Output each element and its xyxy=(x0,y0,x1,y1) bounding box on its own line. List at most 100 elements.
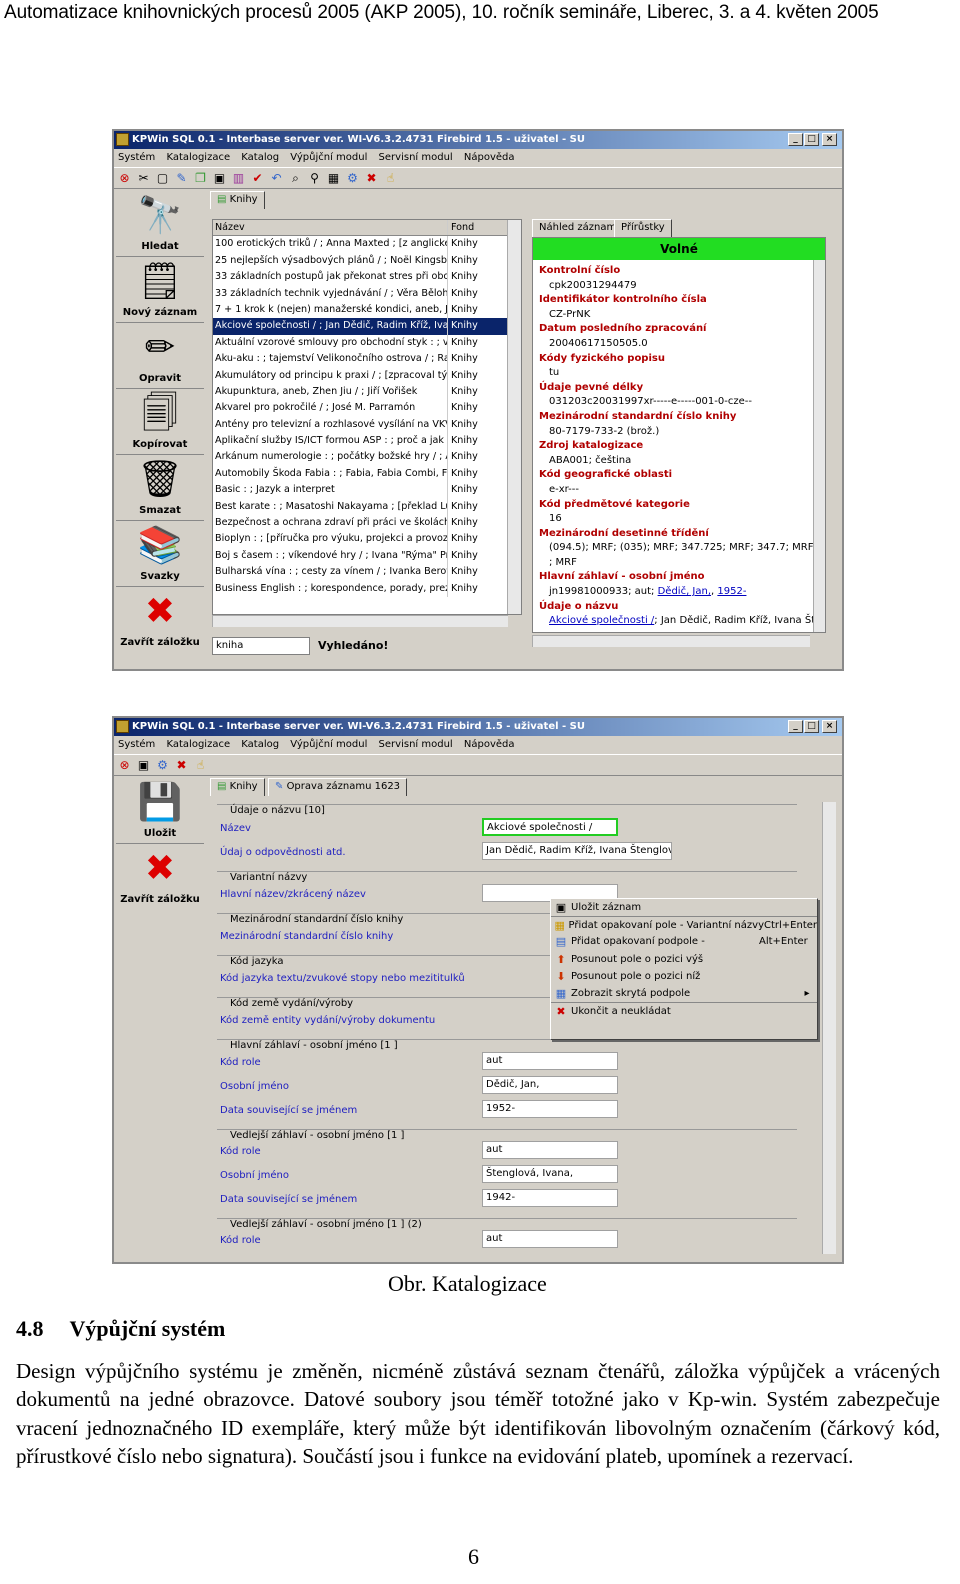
table-row[interactable]: Arkánum numerologie : ; počátky božské h… xyxy=(213,449,521,466)
table-row[interactable]: 100 erotických triků / ; Anna Maxted ; [… xyxy=(213,236,521,253)
table-row[interactable]: Basic : ; Jazyk a interpret Knihy xyxy=(213,482,521,499)
search-button[interactable]: 🔭 Hledat xyxy=(116,191,204,257)
menu-system[interactable]: Systém xyxy=(118,152,155,163)
table-row[interactable]: 25 nejlepších výsadbových plánů / ; Noël… xyxy=(213,252,521,270)
menu-katalog[interactable]: Katalog xyxy=(241,152,279,163)
form-scrollbar[interactable] xyxy=(822,802,836,1254)
table-row[interactable]: Aplikační služby IS/ICT formou ASP : ; p… xyxy=(213,433,521,450)
close-tab-button[interactable]: ✖ Zavřít záložku xyxy=(116,587,204,653)
field-label: Osobní jméno xyxy=(220,1081,289,1092)
preview-scrollbar[interactable] xyxy=(813,260,825,632)
records-list[interactable]: Název Fond 100 erotických triků / ; Anna … xyxy=(212,219,522,615)
table-row[interactable]: Akciové společnosti / ; Jan Dědič, Radim… xyxy=(213,318,521,335)
table-row[interactable]: Akumulátory od principu k praxi / ; [zpr… xyxy=(213,367,521,384)
edit-button[interactable]: ✏ Opravit xyxy=(116,323,204,389)
dates-link[interactable]: 1952- xyxy=(717,586,746,597)
zoom-icon[interactable]: ⚲ xyxy=(307,171,322,186)
field-input[interactable]: Jan Dědič, Radim Kříž, Ivana Štenglová xyxy=(482,842,672,860)
trash-icon[interactable]: ▣ xyxy=(212,171,227,186)
field-input[interactable]: 1942- xyxy=(482,1189,618,1207)
table-row[interactable]: Bioplyn : ; [příručka pro výuku, projekc… xyxy=(213,531,521,548)
table-row[interactable]: Aktuální vzorové smlouvy pro obchodní st… xyxy=(213,334,521,352)
edit-window: KPWin SQL 0.1 - Interbase server ver. WI… xyxy=(112,716,844,1264)
detail-value-text: CZ-PrNK xyxy=(549,308,591,320)
book-icon: ▤ xyxy=(217,194,230,205)
field-input[interactable]: Dědič, Jan, xyxy=(482,1076,618,1094)
cell-name: Basic : ; Jazyk a interpret xyxy=(215,484,335,496)
new-doc-icon[interactable]: ▢ xyxy=(155,171,170,186)
menu-napoveda[interactable]: Nápověda xyxy=(464,152,515,163)
menu-servisni[interactable]: Servisní modul xyxy=(379,152,453,163)
field-input[interactable]: aut xyxy=(482,1141,618,1159)
menu-item-move-down[interactable]: ⬇ Posunout pole o pozici níž xyxy=(551,968,817,985)
tools-icon[interactable]: ✂ xyxy=(136,171,151,186)
list-scrollbar[interactable] xyxy=(507,220,521,614)
detail-label: Kód geografické oblasti xyxy=(539,469,673,481)
table-row[interactable]: Best karate : ; Masatoshi Nakayama ; [př… xyxy=(213,498,521,516)
delete-button[interactable]: 🗑 Smazat xyxy=(116,455,204,521)
close-icon[interactable]: × xyxy=(822,133,837,146)
table-row[interactable]: 33 základních technik vyjednávání / ; Vě… xyxy=(213,285,521,302)
menu-item-show-hidden[interactable]: ▦ Zobrazit skrytá podpole ▸ xyxy=(551,985,817,1002)
copy-button[interactable]: 🗐 Kopírovat xyxy=(116,389,204,455)
table-row[interactable]: Business English : ; korespondence, pora… xyxy=(213,580,521,597)
search-status: Vyhledáno! xyxy=(318,639,389,652)
field-input[interactable]: 1952- xyxy=(482,1100,618,1118)
group-title: Vedlejší záhlaví - osobní jméno [1 ] xyxy=(230,1130,405,1141)
author-link[interactable]: Dědič, Jan, xyxy=(658,586,711,597)
menu-item-add-field[interactable]: ▦ Přidat opakovaní pole - Variantní názvy… xyxy=(551,916,817,933)
cell-fond: Knihy xyxy=(447,269,507,286)
copy-icon[interactable]: ❐ xyxy=(193,171,208,186)
field-label: Data související se jménem xyxy=(220,1105,358,1116)
detail-value: e-xr--- xyxy=(533,483,825,498)
menu-vypujcni[interactable]: Výpůjční modul xyxy=(290,152,367,163)
table-row[interactable]: Akvarel pro pokročilé / ; José M. Parram… xyxy=(213,400,521,417)
table-row[interactable]: Aku-aku : ; tajemství Velikonočního ostr… xyxy=(213,351,521,368)
table-row[interactable]: 7 + 1 krok k (nejen) manažerské kondici,… xyxy=(213,301,521,319)
group-title: Kód země vydání/výroby xyxy=(230,998,354,1009)
minimize-icon[interactable]: _ xyxy=(788,133,803,146)
volumes-button[interactable]: 📚 Svazky xyxy=(116,521,204,587)
field-input[interactable]: Štenglová, Ivana, xyxy=(482,1165,618,1183)
cell-fond: Knihy xyxy=(447,547,507,565)
column-name[interactable]: Název xyxy=(213,220,447,235)
table-row[interactable]: Antény pro televizní a rozhlasové vysílá… xyxy=(213,416,521,434)
field-input[interactable]: Akciové společnosti / xyxy=(482,818,618,836)
edit-icon[interactable]: ✎ xyxy=(174,171,189,186)
menu-item-add-subfield[interactable]: ▤ Přidat opakovaní podpole - Alt+Enter xyxy=(551,933,817,950)
table-row[interactable]: Akupunktura, aneb, Zhen Jiu / ; Jiří Voř… xyxy=(213,383,521,401)
new-record-button[interactable]: 🗒 Nový záznam xyxy=(116,257,204,323)
field-label: Hlavní název/zkrácený název xyxy=(220,889,366,900)
table-row[interactable]: Bezpečnost a ochrana zdraví při práci ve… xyxy=(213,515,521,532)
list-hscrollbar[interactable] xyxy=(212,615,508,627)
detail-value-text: 20040617150505.0 xyxy=(549,337,648,349)
find-icon[interactable]: ⌕ xyxy=(288,171,303,186)
table-row[interactable]: 33 základních postupů jak překonat stres… xyxy=(213,269,521,286)
menu-katalogizace[interactable]: Katalogizace xyxy=(166,152,230,163)
cell-fond: Knihy xyxy=(447,433,507,450)
table-row[interactable]: Automobily Škoda Fabia : ; Fabia, Fabia … xyxy=(213,465,521,483)
field-input[interactable]: aut xyxy=(482,1230,618,1248)
filter-icon[interactable]: ▦ xyxy=(326,171,341,186)
menu-item-save[interactable]: ▣ Uložit záznam xyxy=(551,899,817,916)
help-icon[interactable]: ☝ xyxy=(383,171,398,186)
table-row[interactable]: Bulharská vína : ; cesty za vínem / ; Iv… xyxy=(213,564,521,581)
tab-books[interactable]: ▤ Knihy xyxy=(210,191,265,209)
check-icon[interactable]: ✔ xyxy=(250,171,265,186)
cell-fond: Knihy xyxy=(447,449,507,466)
undo-icon[interactable]: ↶ xyxy=(269,171,284,186)
menu-item-move-up[interactable]: ⬆ Posunout pole o pozici výš xyxy=(551,951,817,968)
books-icon[interactable]: ▥ xyxy=(231,171,246,186)
cell-fond: Knihy xyxy=(447,531,507,548)
field-input[interactable]: aut xyxy=(482,1052,618,1070)
tab-accessions[interactable]: Přírůstky xyxy=(614,219,672,237)
maximize-icon[interactable]: □ xyxy=(804,133,819,146)
stop-icon[interactable]: ⊗ xyxy=(117,171,132,186)
preview-hscrollbar[interactable] xyxy=(532,635,810,647)
network-icon[interactable]: ⚙ xyxy=(345,171,360,186)
table-row[interactable]: Boj s časem : ; víkendové hry / ; Ivana … xyxy=(213,547,521,565)
close-tab-icon[interactable]: ✖ xyxy=(364,171,379,186)
column-fond[interactable]: Fond xyxy=(447,220,507,236)
search-input[interactable]: kniha xyxy=(212,637,310,655)
menu-item-quit[interactable]: ✖ Ukončit a neukládat xyxy=(551,1002,817,1019)
